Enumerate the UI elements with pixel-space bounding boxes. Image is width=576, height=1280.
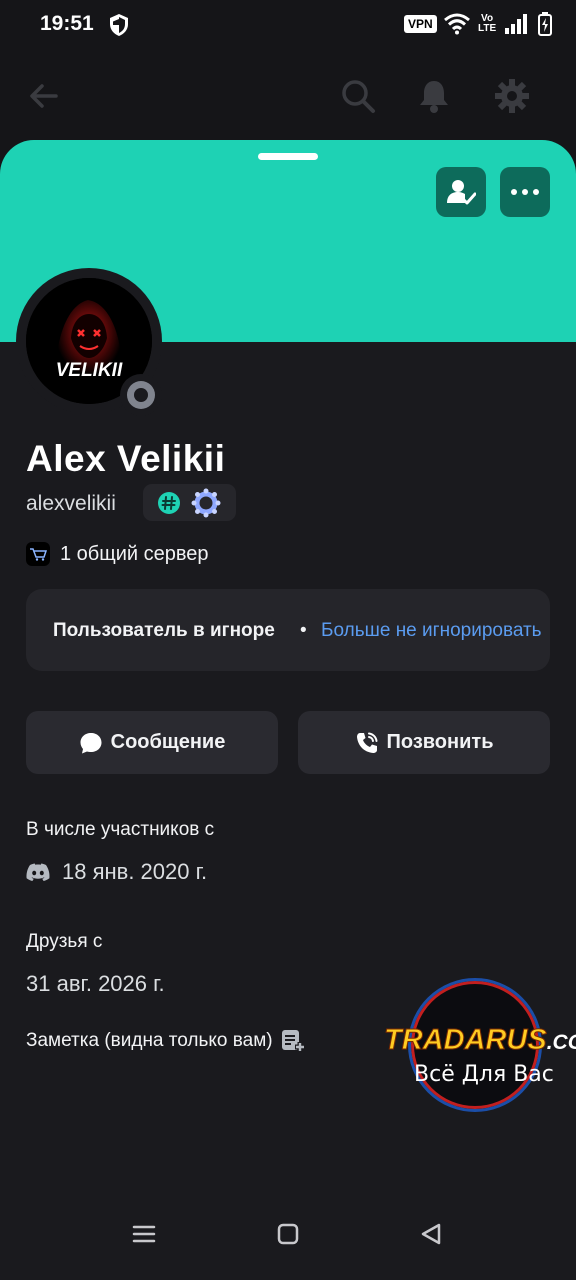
watermark-tagline: Всё Для Вас — [414, 1062, 554, 1087]
sheet-grabber[interactable] — [258, 153, 318, 160]
recents-icon[interactable] — [132, 1225, 156, 1243]
ignored-text: Пользователь в игноре — [53, 620, 275, 641]
display-name: Alex Velikii — [26, 438, 226, 479]
signal-icon — [505, 14, 528, 34]
note-row[interactable]: Заметка (видна только вам) — [26, 1029, 305, 1053]
mutual-servers-text: 1 общий сервер — [60, 542, 209, 565]
mutual-servers-row[interactable]: 1 общий сервер — [26, 542, 209, 566]
offline-status-hole — [134, 388, 148, 402]
gear-icon[interactable] — [494, 78, 530, 114]
cart-icon — [30, 548, 47, 561]
battery-charging-icon — [538, 12, 553, 36]
member-since-row: 18 янв. 2020 г. — [26, 859, 207, 885]
system-nav-bar — [132, 1223, 441, 1245]
back-arrow-icon[interactable] — [26, 78, 62, 114]
message-button-label: Сообщение — [110, 731, 226, 753]
back-nav-icon[interactable] — [421, 1223, 441, 1245]
search-icon[interactable] — [340, 78, 376, 114]
home-icon[interactable] — [277, 1223, 299, 1245]
phone-call-icon — [356, 732, 377, 753]
server-icon — [26, 542, 50, 566]
nitro-wreath-icon[interactable] — [191, 488, 221, 518]
badge-list — [143, 484, 236, 521]
message-button[interactable]: Сообщение — [26, 711, 278, 774]
ignored-notice: Пользователь в игноре • Больше не игнори… — [26, 589, 550, 671]
username[interactable]: alexvelikii — [26, 492, 116, 516]
more-dots-icon — [511, 189, 539, 195]
call-button[interactable]: Позвонить — [298, 711, 550, 774]
hash-badge-icon[interactable] — [157, 491, 181, 515]
member-since-date: 18 янв. 2020 г. — [62, 859, 208, 884]
separator-dot: • — [300, 620, 307, 641]
add-note-icon[interactable] — [281, 1029, 305, 1053]
more-options-button[interactable] — [500, 167, 550, 217]
friends-since-label: Друзья с — [26, 931, 103, 952]
unignore-link[interactable]: Больше не игнорировать — [321, 620, 542, 642]
watermark-logo: TRADARUS.COM — [384, 1024, 576, 1057]
bell-icon[interactable] — [416, 78, 452, 114]
note-label: Заметка (видна только вам) — [26, 1030, 273, 1051]
call-button-label: Позвонить — [386, 731, 494, 753]
volte-indicator: Vo LTE — [478, 13, 497, 34]
vpn-badge: VPN — [404, 15, 437, 33]
friends-button[interactable] — [436, 167, 486, 217]
wifi-icon — [444, 13, 470, 35]
user-check-icon — [447, 180, 476, 205]
chat-bubble-icon — [80, 732, 102, 753]
friends-since-date: 31 авг. 2026 г. — [26, 971, 165, 996]
discord-logo-icon — [26, 863, 50, 881]
shield-icon — [110, 14, 128, 36]
status-icons: Vo LTE — [444, 12, 553, 36]
member-since-label: В числе участников с — [26, 819, 215, 840]
status-time: 19:51 — [40, 12, 94, 35]
